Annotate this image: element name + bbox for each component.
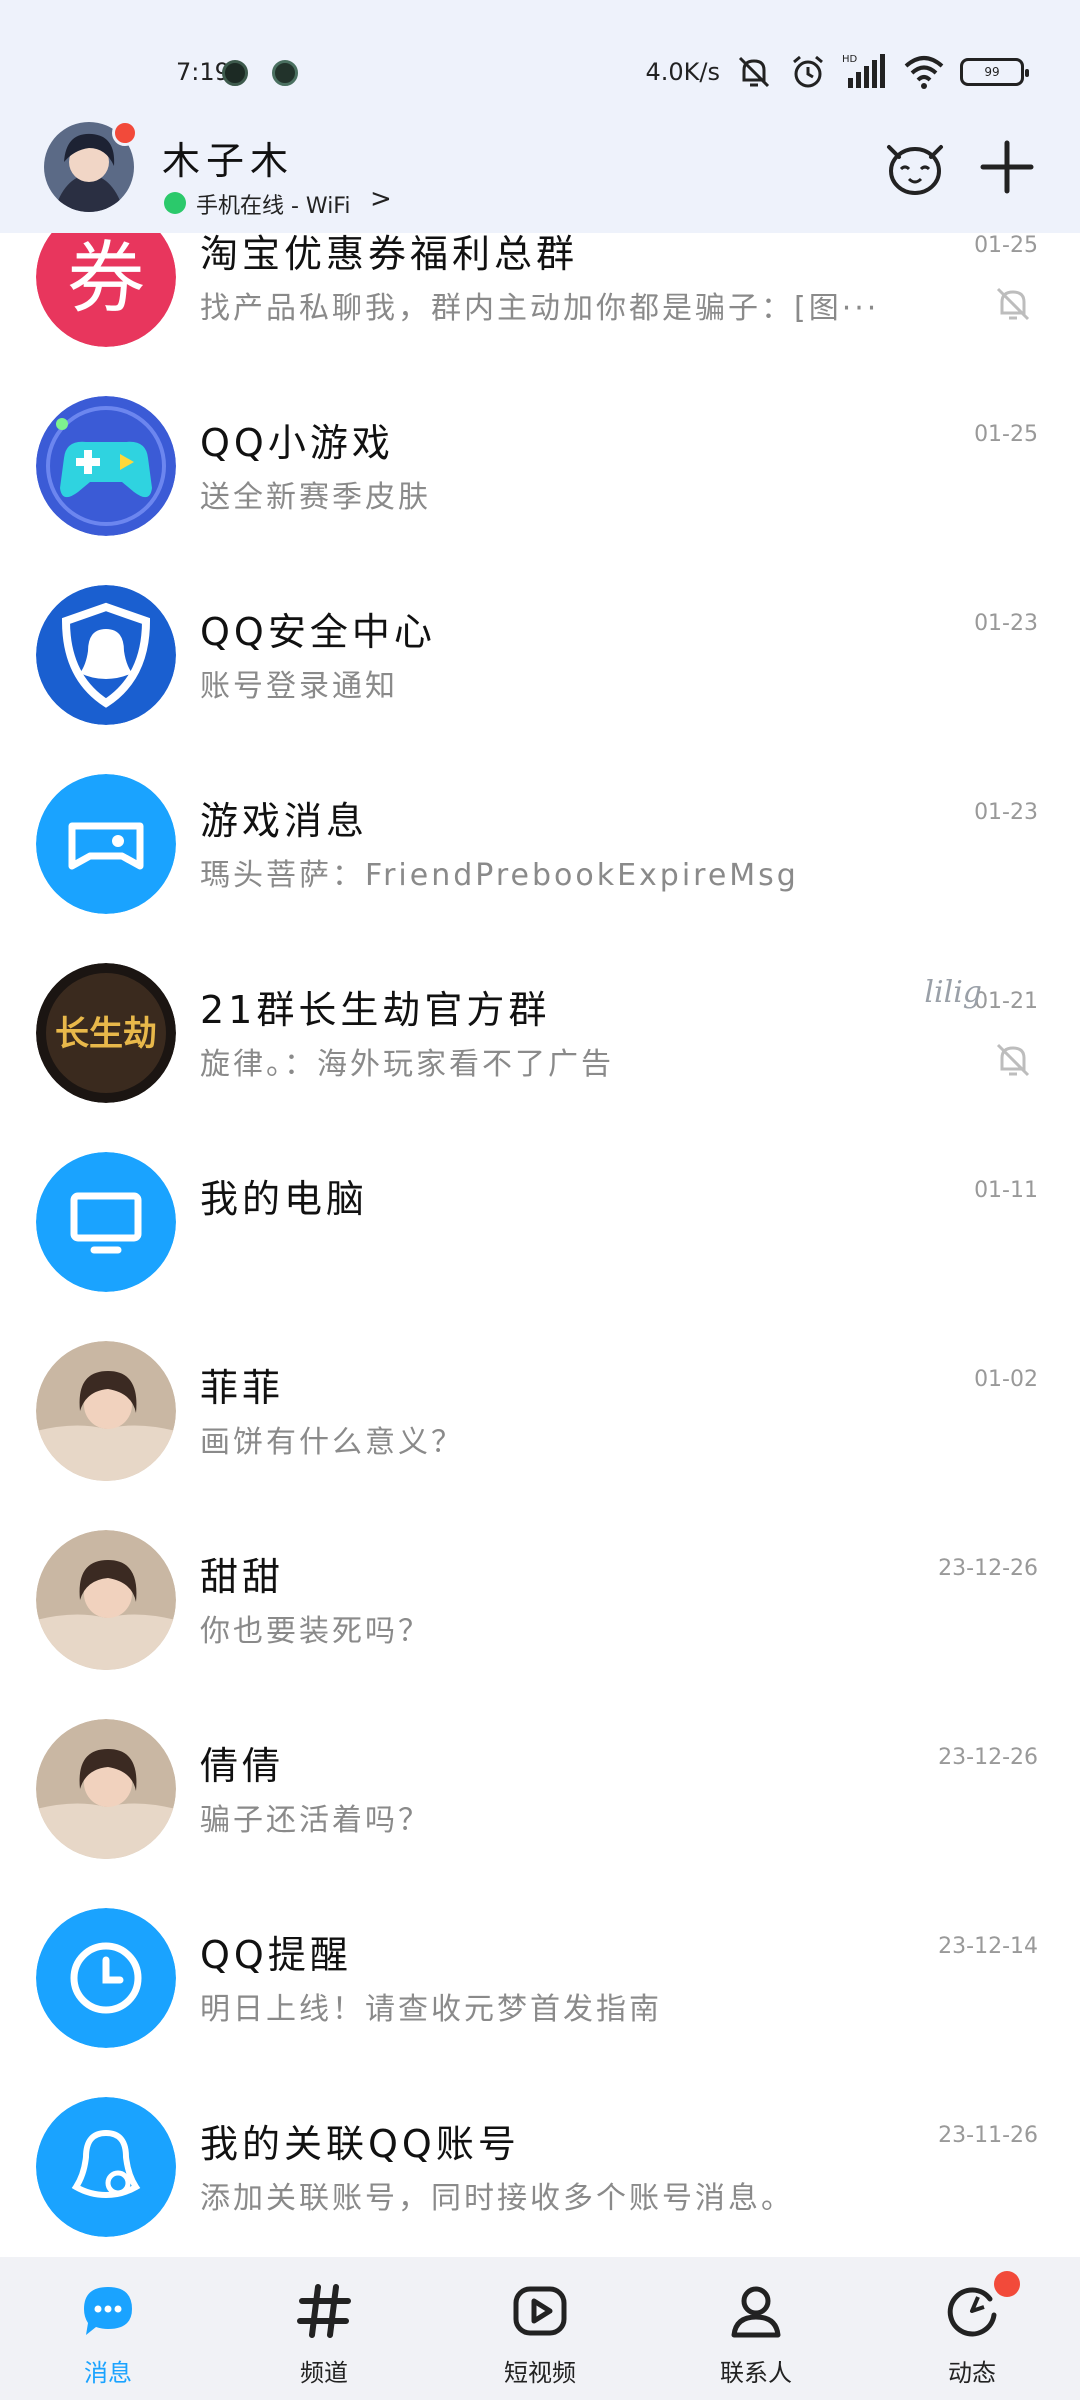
mute-bell-icon [738,56,770,88]
nav-message[interactable]: 消息 [0,2257,216,2400]
conversation-preview: 添加关联账号，同时接收多个账号消息。 [200,2181,794,2216]
nav-label: 联系人 [720,2359,792,2387]
conversation-title: 我的关联QQ账号 [200,2122,520,2166]
conversation-time: 23-12-26 [938,1745,1038,1770]
conversation-item[interactable]: 我的电脑 01-11 [0,1128,1080,1317]
conversation-item[interactable]: 长生劫 21群长生劫官方群旋律。：海外玩家看不了广告 01-21 lilig [0,939,1080,1128]
chevron-right-icon[interactable]: > [370,184,392,214]
conversation-title: 淘宝优惠券福利总群 [200,233,579,276]
monitor-icon[interactable] [36,1152,176,1292]
online-status-dot [164,192,186,214]
add-button[interactable] [972,132,1042,202]
conversation-item[interactable]: 我的关联QQ账号添加关联账号，同时接收多个账号消息。 23-11-26 [0,2073,1080,2257]
conversation-preview: 你也要装死吗？ [200,1614,431,1649]
conversation-title: 游戏消息 [200,799,369,843]
battery-icon: 99 [960,58,1029,86]
profile-name[interactable]: 木子木 [162,130,294,185]
conversation-title: 21群长生劫官方群 [200,988,551,1032]
conversation-title: QQ提醒 [200,1933,352,1977]
play-icon [508,2279,572,2343]
conversation-time: 01-23 [974,800,1038,825]
conversation-item[interactable]: 倩倩骗子还活着吗？ 23-12-26 [0,1695,1080,1884]
conversation-title: 菲菲 [200,1366,285,1410]
status-bar: 7:19 4.0K/s HD 99 [0,0,1080,110]
conversation-item[interactable]: 甜甜你也要装死吗？ 23-12-26 [0,1506,1080,1695]
shield-penguin-icon[interactable] [36,585,176,725]
conversation-preview: 账号登录通知 [200,669,398,704]
network-speed: 4.0K/s [645,58,721,86]
nav-label: 短视频 [504,2359,576,2387]
conversation-item[interactable]: QQ提醒明日上线！请查收元梦首发指南 23-12-14 [0,1884,1080,2073]
conversation-time: 01-11 [974,1178,1038,1203]
conversation-time: 01-25 [974,422,1038,447]
nav-play[interactable]: 短视频 [432,2257,648,2400]
conversation-time: 23-12-26 [938,1556,1038,1581]
conversation-title: 倩倩 [200,1744,285,1788]
penguin-face-icon [887,145,943,195]
conversation-item[interactable]: 游戏消息瑪头菩萨：FriendPrebookExpireMsg 01-23 [0,750,1080,939]
nav-hash[interactable]: 频道 [216,2257,432,2400]
conversation-list[interactable]: 券淘宝优惠券福利总群 找产品私聊我，群内主动加你都是骗子：[图··· 01-25 QQ… [0,233,1080,2257]
conversation-item[interactable]: 菲菲画饼有什么意义？ 01-02 [0,1317,1080,1506]
conversation-time: 23-12-14 [938,1934,1038,1959]
svg-text:券: 券 [67,234,145,324]
nav-contact[interactable]: 联系人 [648,2257,864,2400]
contact-icon [724,2279,788,2343]
nav-label: 动态 [948,2359,996,2387]
battery-level: 99 [984,65,1000,79]
nav-label: 消息 [84,2359,132,2387]
mascot-button[interactable] [880,132,950,202]
conversation-time: 01-02 [974,1367,1038,1392]
svg-text:HD: HD [842,54,858,65]
clock-icon[interactable] [36,1908,176,2048]
muted-bell-icon [992,1039,1034,1081]
linked-account-icon[interactable] [36,2097,176,2237]
conversation-preview: 瑪头菩萨：FriendPrebookExpireMsg [200,858,799,893]
conversation-preview: 明日上线！请查收元梦首发指南 [200,1992,662,2027]
nav-activity[interactable]: 动态 [864,2257,1080,2400]
alarm-icon [793,55,823,88]
conversation-preview: 骗子还活着吗？ [200,1803,431,1838]
group-tag: lilig [924,975,982,1010]
conversation-title: QQ小游戏 [200,421,394,465]
conversation-preview: 找产品私聊我，群内主动加你都是骗子：[图··· [200,291,880,326]
conversation-time: 23-11-26 [938,2123,1038,2148]
conversation-time: 01-25 [974,233,1038,258]
conversation-time: 01-21 [974,989,1038,1014]
gamepad-icon[interactable] [36,396,176,536]
wifi-icon [904,56,944,89]
game-message-icon[interactable] [36,774,176,914]
plus-icon [980,140,1034,194]
muted-bell-icon [992,283,1034,325]
avatar-badge [112,120,138,146]
conversation-title: 我的电脑 [200,1177,369,1221]
game-logo[interactable]: 长生劫 [36,963,176,1103]
online-status[interactable]: 手机在线 - WiFi [196,188,350,220]
notification-app-icon [272,60,298,86]
nav-label: 频道 [300,2359,348,2387]
notification-dot [994,2271,1020,2297]
hash-icon [292,2279,356,2343]
top-header: 7:19 4.0K/s HD 99 木子木 手机在线 - WiFi > [0,0,1080,233]
bottom-nav: 消息 频道 短视频 联系人 动态 [0,2257,1080,2400]
avatar[interactable] [36,1530,176,1670]
conversation-item[interactable]: QQ安全中心账号登录通知 01-23 [0,561,1080,750]
conversation-preview: 画饼有什么意义？ [200,1425,464,1460]
conversation-title: QQ安全中心 [200,610,436,654]
avatar[interactable] [36,1341,176,1481]
conversation-preview: 送全新赛季皮肤 [200,480,431,515]
conversation-time: 01-23 [974,611,1038,636]
conversation-item[interactable]: QQ小游戏送全新赛季皮肤 01-25 [0,372,1080,561]
status-icons: 4.0K/s HD 99 [645,52,1029,92]
conversation-preview: 旋律。：海外玩家看不了广告 [200,1047,614,1082]
avatar[interactable] [36,1719,176,1859]
svg-text:长生劫: 长生劫 [55,1014,157,1054]
coupon-icon[interactable]: 券 [36,233,176,347]
message-icon [76,2279,140,2343]
conversation-title: 甜甜 [200,1555,285,1599]
conversation-item[interactable]: 券 淘宝优惠券福利总群找产品私聊我，群内主动加你都是骗子：[图··· 01-25 [0,233,1080,372]
notification-app-icon [222,60,248,86]
signal-icon: HD [842,54,885,88]
